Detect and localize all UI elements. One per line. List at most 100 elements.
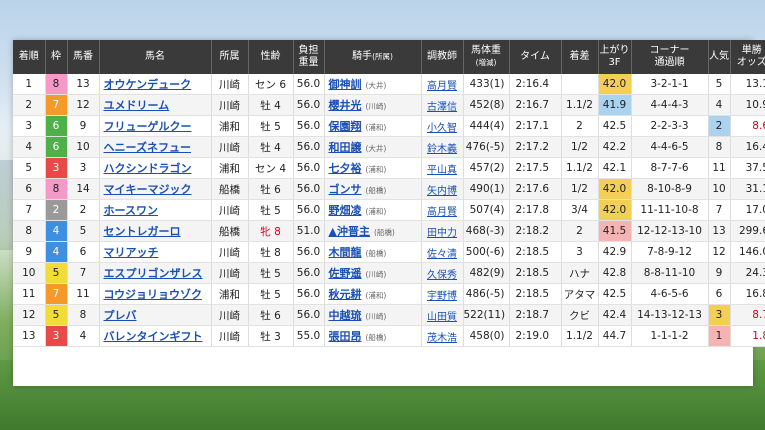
jockey-affiliation: (船橋) (365, 249, 387, 258)
finish-cell: 1 (13, 74, 46, 95)
corner-cell: 8-8-11-10 (631, 262, 709, 284)
horse-name-link[interactable]: ホースワン (99, 199, 212, 221)
affiliation-cell: 川崎 (211, 74, 249, 95)
horse-name-link[interactable]: マリアッチ (99, 241, 212, 263)
sex-age-cell: 牡 5 (248, 283, 294, 305)
jockey-name-link[interactable]: 秋元耕 (329, 288, 362, 301)
weight-cell: 56.0 (293, 199, 325, 221)
margin-cell: 1.1/2 (561, 325, 599, 347)
number-cell: 14 (67, 178, 100, 200)
horse-name-link[interactable]: プレバ (99, 304, 212, 326)
horse-name-link[interactable]: コウジョリョウゾク (99, 283, 212, 305)
last3f-cell: 41.9 (598, 94, 632, 116)
number-cell: 8 (67, 304, 100, 326)
trainer-link[interactable]: 古澤信 (427, 102, 457, 113)
jockey-name-link[interactable]: 和田譲 (329, 141, 362, 154)
horse-name-link[interactable]: バレンタインギフト (99, 325, 212, 347)
weight-cell: 56.0 (293, 304, 325, 326)
table-row: 2 7 12 ユメドリーム 川崎牡 4 56.0 櫻井光 (川崎) 古澤信 452(8) 2:16.… (13, 94, 765, 116)
jockey-name-link[interactable]: ▲沖晋主 (329, 225, 370, 238)
jockey-name-link[interactable]: 張田昂 (329, 330, 362, 343)
finish-cell: 5 (13, 157, 46, 179)
odds-cell: 8.6 (730, 115, 765, 137)
gate-cell: 4 (45, 241, 68, 263)
odds-cell: 8.7 (730, 304, 765, 326)
horse-name-link[interactable]: マイキーマジック (99, 178, 212, 200)
trainer-link[interactable]: 宇野博 (427, 291, 457, 302)
last3f-cell: 42.0 (598, 199, 632, 221)
horse-name-link[interactable]: フリューゲルクー (99, 115, 212, 137)
finish-cell: 10 (13, 262, 46, 284)
trainer-cell: 久保秀 (421, 262, 464, 284)
sex-age-cell: 牡 6 (248, 178, 294, 200)
odds-cell: 13.1 (730, 74, 765, 95)
trainer-link[interactable]: 田中力 (427, 228, 457, 239)
last3f-cell: 41.5 (598, 220, 632, 242)
trainer-link[interactable]: 矢内博 (427, 186, 457, 197)
trainer-link[interactable]: 高月賢 (427, 207, 457, 218)
horse-name-link[interactable]: ハクシンドラゴン (99, 157, 212, 179)
horse-name-link[interactable]: セントレガーロ (99, 220, 212, 242)
popularity-cell: 12 (708, 241, 731, 263)
jockey-affiliation: (浦和) (365, 165, 387, 174)
jockey-name-link[interactable]: 木間龍 (329, 246, 362, 259)
header-margin: 着差 (561, 40, 599, 74)
weight-cell: 56.0 (293, 262, 325, 284)
horse-weight-cell: 507(4) (463, 199, 510, 221)
weight-cell: 56.0 (293, 94, 325, 116)
jockey-name-link[interactable]: 保園翔 (329, 120, 362, 133)
jockey-name-link[interactable]: 中越琉 (329, 309, 362, 322)
popularity-cell: 8 (708, 136, 731, 158)
horse-name-link[interactable]: ユメドリーム (99, 94, 212, 116)
affiliation-cell: 川崎 (211, 94, 249, 116)
horse-name-link[interactable]: ヘニーズネフュー (99, 136, 212, 158)
trainer-cell: 小久智 (421, 115, 464, 137)
trainer-link[interactable]: 高月賢 (427, 81, 457, 92)
number-cell: 7 (67, 262, 100, 284)
trainer-link[interactable]: 佐々清 (427, 249, 457, 260)
number-cell: 9 (67, 115, 100, 137)
trainer-link[interactable]: 小久智 (427, 123, 457, 134)
trainer-link[interactable]: 久保秀 (427, 270, 457, 281)
trainer-link[interactable]: 山田質 (427, 312, 457, 323)
horse-weight-cell: 490(1) (463, 178, 510, 200)
trainer-link[interactable]: 平山真 (427, 165, 457, 176)
weight-cell: 56.0 (293, 157, 325, 179)
header-finish: 着順 (13, 40, 46, 74)
jockey-cell: 保園翔 (浦和) (324, 115, 422, 137)
horse-weight-cell: 522(11) (463, 304, 510, 326)
corner-cell: 4-4-6-5 (631, 136, 709, 158)
sex-age-cell: セン 4 (248, 157, 294, 179)
number-cell: 11 (67, 283, 100, 305)
margin-cell: クビ (561, 304, 599, 326)
last3f-cell: 42.5 (598, 283, 632, 305)
jockey-name-link[interactable]: 七夕裕 (329, 162, 362, 175)
time-cell: 2:16.4 (509, 74, 562, 95)
horse-name-link[interactable]: オウケンデューク (99, 74, 212, 95)
number-cell: 6 (67, 241, 100, 263)
finish-cell: 6 (13, 178, 46, 200)
jockey-cell: 張田昂 (船橋) (324, 325, 422, 347)
time-cell: 2:17.8 (509, 199, 562, 221)
race-results-table: 着順 枠 馬番 馬名 所属 性齢 負担 重量 騎手(所属) 調教師 馬体重 (増減)… (13, 40, 765, 347)
sex-age-cell: セン 6 (248, 74, 294, 95)
table-row: 13 3 4 バレンタインギフト 川崎牡 3 55.0 張田昂 (船橋) 茂木浩 458(0) 2:… (13, 325, 765, 347)
jockey-name-link[interactable]: 佐野遥 (329, 267, 362, 280)
weight-cell: 56.0 (293, 178, 325, 200)
jockey-cell: 秋元耕 (浦和) (324, 283, 422, 305)
sex-age-cell: 牡 5 (248, 262, 294, 284)
trainer-link[interactable]: 茂木浩 (427, 333, 457, 344)
jockey-name-link[interactable]: 野畑凌 (329, 204, 362, 217)
popularity-cell: 6 (708, 283, 731, 305)
time-cell: 2:17.1 (509, 115, 562, 137)
jockey-name-link[interactable]: 櫻井光 (329, 99, 362, 112)
jockey-name-link[interactable]: ゴンサ (329, 183, 362, 196)
trainer-cell: 高月賢 (421, 199, 464, 221)
trainer-link[interactable]: 鈴木義 (427, 144, 457, 155)
table-row: 8 4 5 セントレガーロ 船橋牝 8 51.0 ▲沖晋主 (船橋) 田中力 468(-3) 2:1… (13, 220, 765, 242)
horse-name-link[interactable]: エスプリゴンザレス (99, 262, 212, 284)
margin-cell: 1/2 (561, 136, 599, 158)
odds-cell: 16.4 (730, 136, 765, 158)
header-odds: 単勝 オッズ (730, 40, 765, 74)
jockey-name-link[interactable]: 御神訓 (329, 78, 362, 91)
